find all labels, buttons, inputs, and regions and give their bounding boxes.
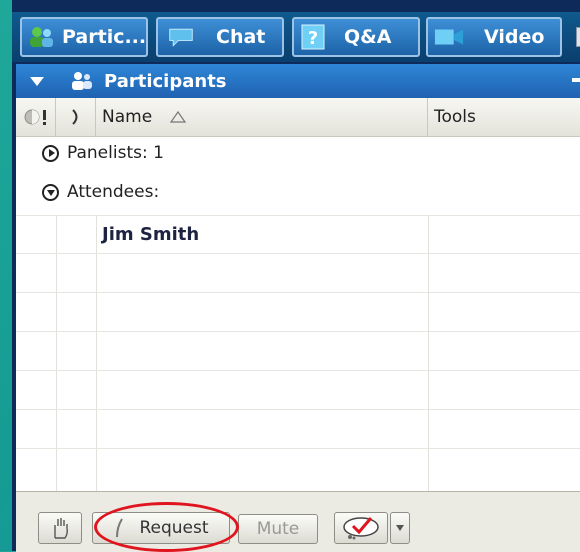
feedback-button[interactable] — [334, 512, 388, 544]
collapse-triangle-icon[interactable] — [30, 76, 44, 86]
expand-down-icon[interactable] — [42, 183, 59, 201]
sort-ascending-icon — [170, 111, 187, 123]
column-header-row: Name Tools — [16, 98, 580, 137]
feedback-check-icon — [341, 515, 381, 541]
column-status[interactable] — [16, 98, 56, 136]
participants-icon — [28, 24, 54, 50]
grid-line — [16, 409, 580, 410]
grid-line — [16, 331, 580, 332]
column-tools-label: Tools — [434, 107, 476, 127]
question-icon: ? — [300, 24, 326, 50]
tab-bar: Partic... Chat ? Q&A Video — [12, 12, 580, 62]
panelists-label: Panelists: 1 — [67, 143, 164, 163]
tab-participants[interactable]: Partic... — [20, 17, 148, 57]
tab-label: Video — [484, 26, 545, 48]
panelists-group[interactable]: Panelists: 1 — [42, 143, 164, 163]
hand-icon — [50, 516, 70, 540]
participants-header-icon — [70, 71, 94, 91]
mute-button[interactable]: Mute — [238, 514, 318, 544]
tab-label: Chat — [216, 26, 266, 48]
attendees-label: Attendees: — [67, 182, 160, 202]
attendees-group[interactable]: Attendees: — [42, 182, 159, 202]
participants-list: Name Tools Panelists: 1 Attendees: Jim S… — [16, 98, 580, 491]
grid-divider — [428, 215, 429, 491]
grid-line — [16, 292, 580, 293]
tab-label: Q&A — [344, 26, 392, 48]
panel-title: Participants — [104, 70, 227, 92]
expand-right-icon[interactable] — [42, 144, 59, 162]
column-tools[interactable]: Tools — [428, 98, 580, 136]
grid-line — [16, 215, 580, 216]
grid-divider — [96, 215, 97, 491]
grid-line — [16, 448, 580, 449]
raise-hand-button[interactable] — [38, 512, 82, 544]
grid-line — [16, 370, 580, 371]
column-audio[interactable] — [56, 98, 96, 136]
column-name[interactable]: Name — [96, 98, 428, 136]
tab-overflow-button[interactable] — [576, 27, 580, 47]
column-name-label: Name — [102, 107, 153, 127]
mute-label: Mute — [256, 519, 300, 539]
participants-panel-header[interactable]: Participants — [16, 64, 580, 98]
chevron-down-icon — [396, 525, 404, 531]
tab-chat[interactable]: Chat — [156, 17, 284, 57]
tab-video[interactable]: Video — [426, 17, 562, 57]
audio-icon — [70, 108, 82, 126]
svg-text:?: ? — [308, 28, 318, 49]
tab-qa[interactable]: ? Q&A — [292, 17, 420, 57]
grid-line — [16, 253, 580, 254]
video-camera-icon — [434, 24, 464, 50]
microphone-icon — [113, 517, 127, 539]
grid-divider — [56, 215, 57, 491]
tab-label: Partic... — [62, 26, 147, 48]
request-button[interactable]: Request — [92, 512, 230, 544]
attendee-row-jim-smith[interactable]: Jim Smith — [102, 224, 199, 245]
request-label: Request — [139, 518, 209, 538]
status-icon — [23, 108, 49, 126]
feedback-dropdown-button[interactable] — [390, 512, 410, 544]
chat-bubble-icon — [168, 24, 194, 50]
panel-minimize-icon[interactable] — [572, 78, 580, 82]
